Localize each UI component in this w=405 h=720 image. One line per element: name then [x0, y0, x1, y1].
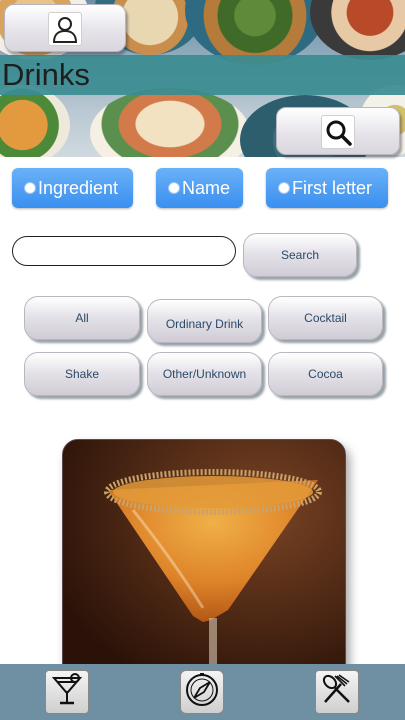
compass-icon	[184, 672, 220, 713]
radio-dot-icon	[24, 182, 36, 194]
radio-first-letter-label: First letter	[292, 177, 373, 198]
radio-ingredient-label: Ingredient	[38, 177, 119, 198]
radio-dot-icon	[168, 182, 180, 194]
category-ordinary-drink-button[interactable]: Ordinary Drink	[147, 299, 262, 343]
fork-spoon-icon	[319, 672, 355, 713]
page-title: Drinks	[2, 57, 90, 92]
nav-explore-button[interactable]	[180, 670, 224, 714]
search-icon	[321, 115, 355, 149]
search-button[interactable]: Search	[243, 233, 357, 277]
cocktail-glass-icon	[49, 672, 85, 713]
category-shake-button[interactable]: Shake	[24, 352, 140, 396]
radio-ingredient[interactable]: Ingredient	[12, 168, 133, 208]
radio-first-letter[interactable]: First letter	[266, 168, 388, 208]
category-cocoa-button[interactable]: Cocoa	[268, 352, 383, 396]
nav-drinks-button[interactable]	[45, 670, 89, 714]
bottom-nav	[0, 664, 405, 720]
radio-dot-icon	[278, 182, 290, 194]
category-all-button[interactable]: All	[24, 296, 140, 340]
search-input[interactable]	[12, 236, 236, 266]
search-toggle-button[interactable]	[276, 107, 400, 155]
drink-card-image[interactable]	[62, 439, 346, 681]
category-cocktail-button[interactable]: Cocktail	[268, 296, 383, 340]
radio-name[interactable]: Name	[156, 168, 243, 208]
radio-name-label: Name	[182, 177, 231, 198]
category-other-unknown-button[interactable]: Other/Unknown	[147, 352, 262, 396]
user-icon	[48, 12, 82, 46]
user-profile-button[interactable]	[4, 4, 126, 52]
cocktail-photo	[63, 440, 345, 680]
nav-food-button[interactable]	[315, 670, 359, 714]
